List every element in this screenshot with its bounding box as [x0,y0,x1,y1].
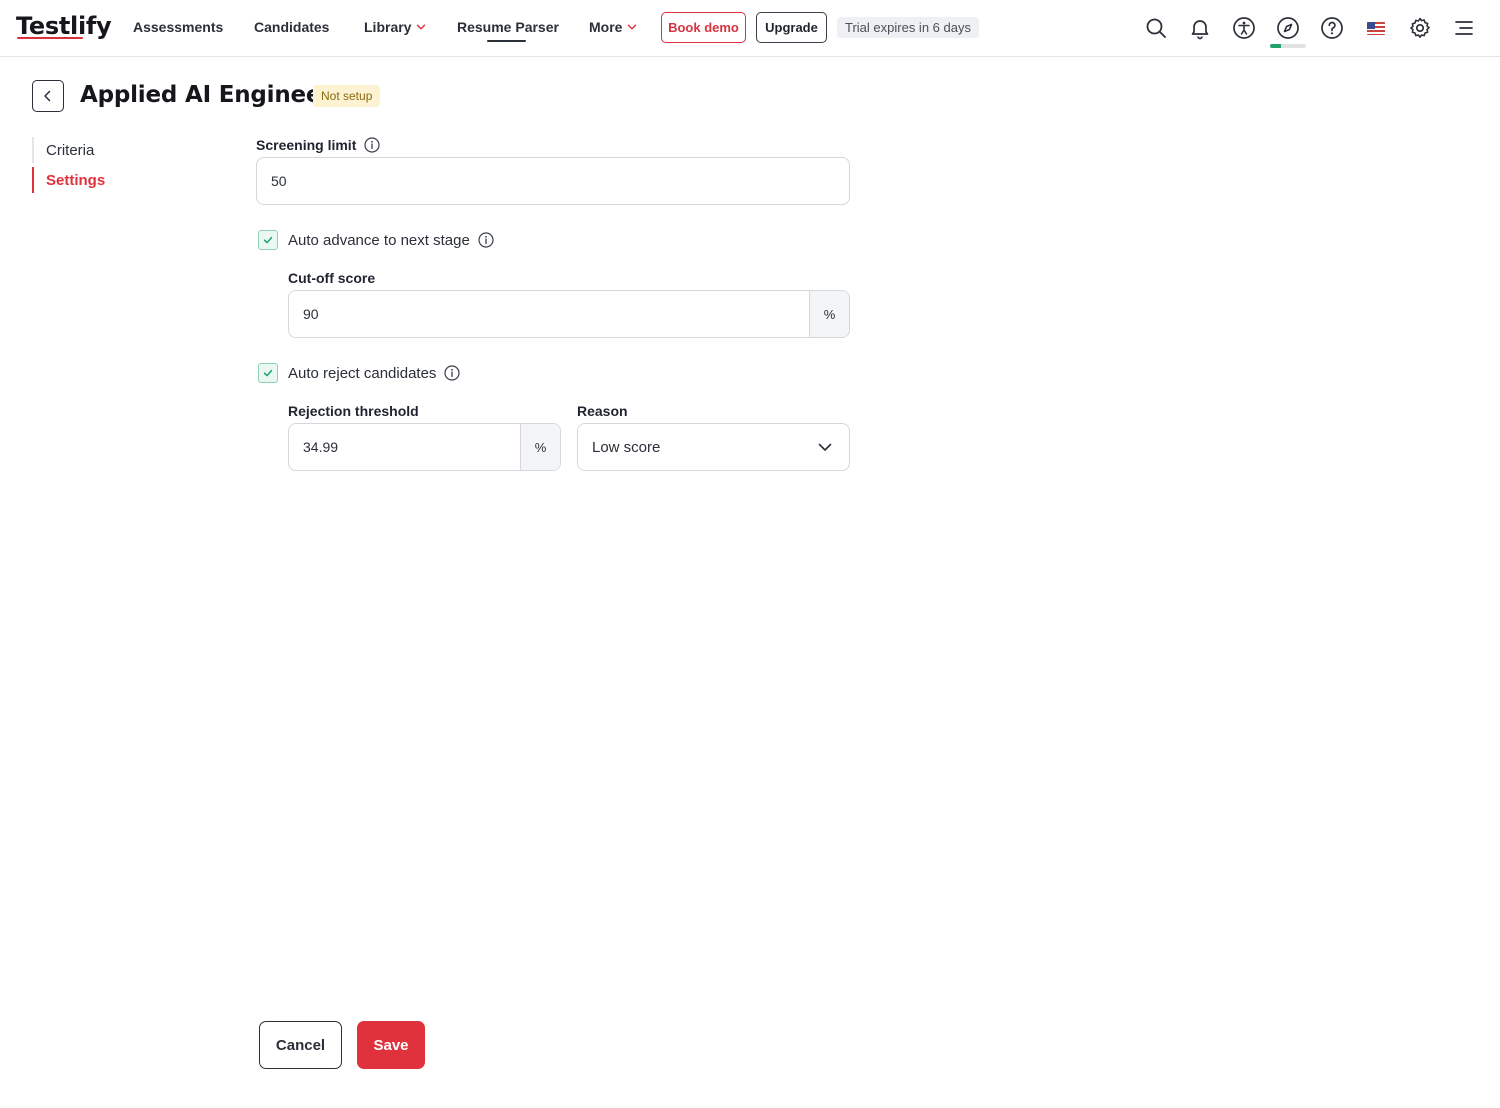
bell-icon[interactable] [1186,14,1214,42]
logo-underline [17,37,83,39]
nav-library-label: Library [364,19,412,35]
checkmark-icon [263,369,273,377]
cancel-button[interactable]: Cancel [259,1021,342,1069]
screening-limit-label-text: Screening limit [256,137,357,153]
chevron-down-icon [628,24,637,30]
cutoff-score-label: Cut-off score [288,270,375,286]
tab-settings[interactable]: Settings [32,167,105,193]
onboarding-progress-bar [1270,44,1306,48]
reason-label-text: Reason [577,403,628,419]
nav-candidates-label: Candidates [254,19,330,35]
nav-resume-parser-label: Resume Parser [457,19,559,35]
book-demo-button[interactable]: Book demo [661,12,746,43]
auto-advance-checkbox[interactable] [258,230,278,250]
percent-suffix: % [520,424,560,470]
upgrade-button[interactable]: Upgrade [756,12,827,43]
rejection-threshold-label: Rejection threshold [288,403,419,419]
tab-criteria[interactable]: Criteria [32,137,94,163]
info-icon[interactable] [478,232,494,248]
page-title: Applied AI Engineer [80,82,333,108]
menu-icon[interactable] [1450,14,1478,42]
reason-select[interactable]: Low score [577,423,850,471]
chevron-left-icon [44,90,51,102]
trial-expiry-badge: Trial expires in 6 days [837,17,979,38]
status-badge: Not setup [313,85,381,107]
nav-assessments[interactable]: Assessments [133,19,223,35]
us-flag-icon[interactable] [1362,14,1390,42]
top-navigation: Testlify Assessments Candidates Library … [0,0,1500,57]
info-icon[interactable] [364,137,380,153]
nav-more-label: More [589,19,623,35]
info-icon[interactable] [444,365,461,381]
cutoff-score-value: 90 [303,306,319,322]
screening-limit-input[interactable]: 50 [256,157,850,205]
percent-suffix: % [809,291,849,337]
nav-candidates[interactable]: Candidates [254,19,329,35]
checkmark-icon [263,236,273,244]
nav-assessments-label: Assessments [133,19,224,35]
rejection-threshold-value: 34.99 [303,439,339,455]
accessibility-icon[interactable] [1230,14,1258,42]
chevron-down-icon [818,443,832,451]
compass-icon[interactable] [1274,14,1302,42]
onboarding-progress-fill [1270,44,1281,48]
nav-library[interactable]: Library [364,19,426,35]
tab-criteria-label: Criteria [46,141,95,159]
save-button[interactable]: Save [357,1021,425,1069]
chevron-down-icon [417,24,426,30]
auto-reject-checkbox[interactable] [258,363,278,383]
cutoff-score-label-text: Cut-off score [288,270,376,286]
auto-reject-row: Auto reject candidates [258,363,461,383]
reason-selected-value: Low score [592,438,661,456]
back-button[interactable] [32,80,64,112]
rejection-threshold-input[interactable]: 34.99 % [288,423,561,471]
screening-limit-value: 50 [271,173,287,189]
nav-more[interactable]: More [589,19,637,35]
help-icon[interactable] [1318,14,1346,42]
auto-advance-label: Auto advance to next stage [288,231,470,249]
nav-active-indicator [487,40,526,42]
testlify-logo[interactable]: Testlify [16,12,112,40]
auto-reject-label: Auto reject candidates [288,364,437,382]
cutoff-score-input[interactable]: 90 % [288,290,850,338]
search-icon[interactable] [1142,14,1170,42]
gear-icon[interactable] [1406,14,1434,42]
screening-limit-label: Screening limit [256,137,380,153]
reason-label: Reason [577,403,628,419]
tab-settings-label: Settings [46,171,106,189]
nav-resume-parser[interactable]: Resume Parser [457,19,559,35]
rejection-threshold-label-text: Rejection threshold [288,403,419,419]
auto-advance-row: Auto advance to next stage [258,230,494,250]
